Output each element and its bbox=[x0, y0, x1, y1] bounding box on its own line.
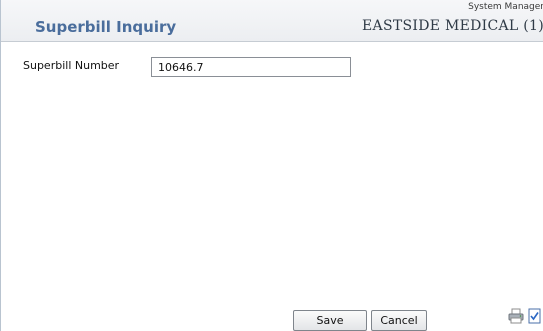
printer-icon[interactable] bbox=[508, 308, 524, 324]
cancel-button[interactable]: Cancel bbox=[371, 310, 427, 331]
superbill-number-label: Superbill Number bbox=[23, 59, 120, 72]
header-bar: Superbill Inquiry System Manager EASTSID… bbox=[1, 0, 543, 42]
page-title: Superbill Inquiry bbox=[35, 18, 177, 36]
organization-name: EASTSIDE MEDICAL (1) bbox=[362, 18, 543, 34]
superbill-inquiry-window: Superbill Inquiry System Manager EASTSID… bbox=[0, 0, 543, 331]
checklist-icon[interactable] bbox=[527, 308, 543, 324]
superbill-number-input[interactable] bbox=[151, 57, 351, 77]
user-role: System Manager bbox=[468, 2, 543, 12]
save-button[interactable]: Save bbox=[293, 310, 367, 331]
